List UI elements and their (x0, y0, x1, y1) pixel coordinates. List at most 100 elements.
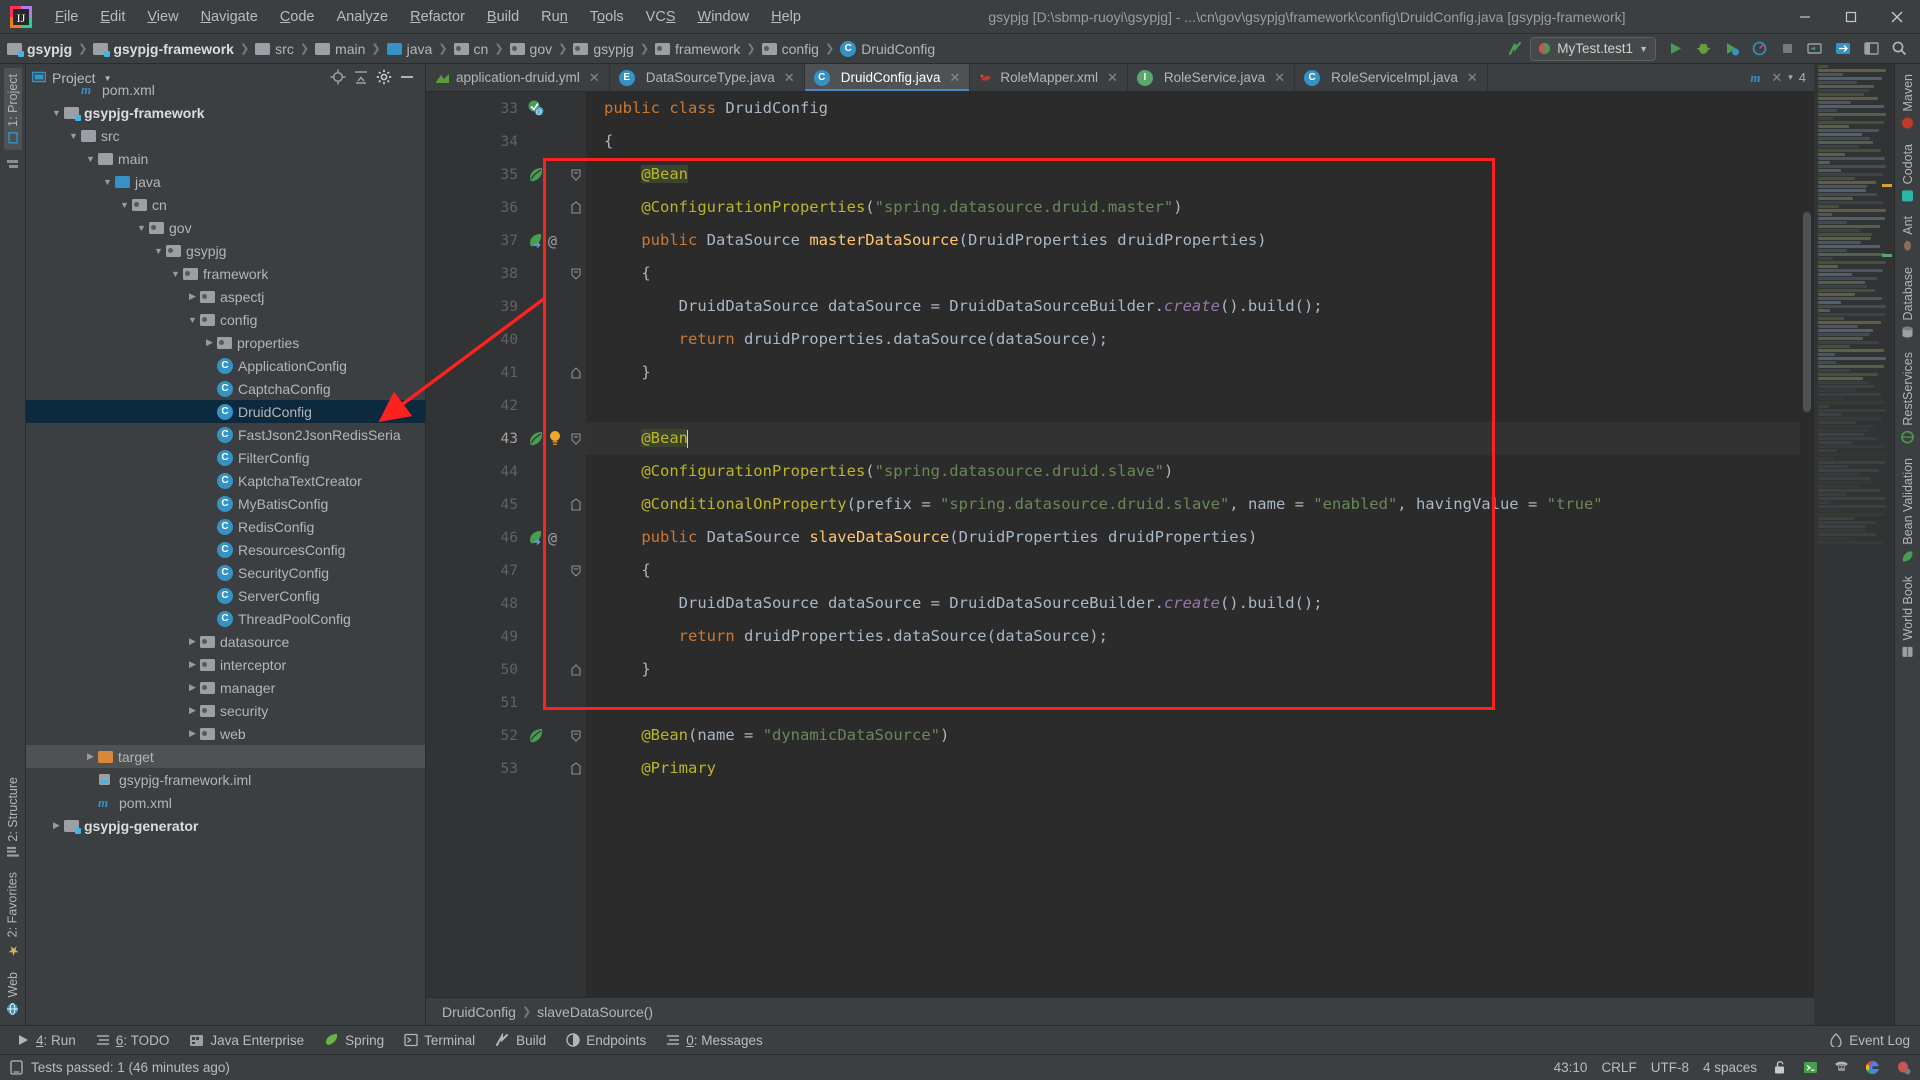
tree-node-config[interactable]: ▼ config (26, 308, 425, 331)
tree-node-interceptor[interactable]: ▶ interceptor (26, 653, 425, 676)
sidebar-item-structure[interactable]: 2: Structure (4, 771, 22, 865)
line-separator[interactable]: CRLF (1601, 1060, 1636, 1075)
update-app-button[interactable] (1802, 37, 1828, 61)
tool-window-button-endpoints[interactable]: Endpoints (556, 1030, 656, 1051)
run-configuration-selector[interactable]: MyTest.test1 ▼ (1530, 36, 1656, 61)
tree-node-datasource[interactable]: ▶ datasource (26, 630, 425, 653)
code-breadcrumb-item[interactable]: slaveDataSource() (537, 1004, 653, 1020)
code-line[interactable]: DruidDataSource dataSource = DruidDataSo… (586, 290, 1814, 323)
tree-expand-arrow[interactable]: ▶ (185, 291, 200, 302)
tool-window-button-terminal[interactable]: Terminal (394, 1030, 485, 1051)
tree-expand-arrow[interactable]: ▶ (185, 705, 200, 716)
code-line[interactable]: @ConfigurationProperties("spring.datasou… (586, 455, 1814, 488)
gutter-icon-row[interactable] (526, 488, 586, 521)
maximize-button[interactable] (1828, 0, 1874, 34)
editor-minimap[interactable] (1814, 64, 1894, 1025)
tree-node-pom-xml[interactable]: m pom.xml (26, 791, 425, 814)
breadcrumb-item-gsypjg[interactable]: gsypjg (570, 39, 636, 59)
tree-node-security[interactable]: ▶ security (26, 699, 425, 722)
lock-open-icon[interactable] (1771, 1059, 1788, 1076)
fold-marker[interactable] (570, 200, 586, 216)
code-breadcrumb-item[interactable]: DruidConfig (442, 1004, 516, 1020)
tree-expand-arrow[interactable]: ▶ (185, 728, 200, 739)
breadcrumb-item-gsypjg[interactable]: gsypjg (4, 39, 75, 59)
tree-expand-arrow[interactable]: ▶ (83, 751, 98, 762)
menu-run[interactable]: Run (530, 5, 579, 29)
right-sidebar-item-codota[interactable]: Codota (1899, 138, 1917, 208)
code-line[interactable]: @Bean (586, 422, 1814, 455)
gutter-icon-row[interactable] (526, 290, 586, 323)
gutter-icon-row[interactable]: @ (526, 521, 586, 554)
tool-window-button-java-enterprise[interactable]: Java Enterprise (179, 1030, 314, 1051)
menu-refactor[interactable]: Refactor (399, 5, 476, 29)
bean-nav-icon[interactable] (528, 529, 545, 546)
gutter-icon-row[interactable] (526, 422, 586, 455)
hacker-icon[interactable] (1833, 1059, 1850, 1076)
search-icon[interactable] (1886, 37, 1912, 61)
close-icon[interactable]: ✕ (1274, 70, 1285, 86)
breadcrumb-item-cn[interactable]: cn (451, 39, 492, 59)
indent-setting[interactable]: 4 spaces (1703, 1060, 1757, 1075)
sidebar-item-favorites[interactable]: ★ 2: Favorites (3, 866, 22, 963)
gutter-icon-row[interactable]: @ (526, 92, 586, 125)
tree-node-securityconfig[interactable]: C SecurityConfig (26, 561, 425, 584)
code-line[interactable]: DruidDataSource dataSource = DruidDataSo… (586, 587, 1814, 620)
google-icon[interactable] (1864, 1059, 1881, 1076)
fold-marker[interactable] (570, 431, 586, 447)
terminal-green-icon[interactable] (1802, 1059, 1819, 1076)
editor-tab-roleservice-java[interactable]: I RoleService.java ✕ (1128, 64, 1296, 91)
run-with-coverage-button[interactable] (1718, 37, 1744, 61)
bean-icon[interactable] (528, 430, 545, 447)
tree-expand-arrow[interactable]: ▼ (168, 269, 183, 279)
bean-nav-icon[interactable] (528, 232, 545, 249)
breadcrumb-item-config[interactable]: config (759, 39, 822, 59)
right-sidebar-item-ant[interactable]: Ant (1899, 210, 1917, 259)
chevron-down-icon[interactable]: ▾ (1788, 72, 1793, 83)
code-line[interactable]: @ConfigurationProperties("spring.datasou… (586, 191, 1814, 224)
bulb-icon[interactable] (548, 430, 562, 447)
code-line[interactable]: } (586, 653, 1814, 686)
editor-tab-druidconfig-java[interactable]: C DruidConfig.java ✕ (804, 64, 971, 91)
code-content[interactable]: public class DruidConfig{ @Bean @Configu… (586, 92, 1814, 997)
menu-file[interactable]: File (44, 5, 89, 29)
debug-button[interactable] (1690, 37, 1716, 61)
tree-node-gsypjg[interactable]: ▼ gsypjg (26, 239, 425, 262)
run-button[interactable] (1662, 37, 1688, 61)
menu-view[interactable]: View (136, 5, 189, 29)
tree-node-kaptchatextcreator[interactable]: C KaptchaTextCreator (26, 469, 425, 492)
fold-marker[interactable] (570, 761, 586, 777)
code-line[interactable]: { (586, 125, 1814, 158)
gutter-icon-row[interactable] (526, 191, 586, 224)
gutter-icon-row[interactable] (526, 158, 586, 191)
at-icon[interactable]: @ (548, 529, 557, 547)
breadcrumb-item-gov[interactable]: gov (507, 39, 556, 59)
bean-icon[interactable] (528, 727, 545, 744)
tree-expand-arrow[interactable]: ▶ (185, 682, 200, 693)
close-icon[interactable]: ✕ (1467, 70, 1478, 86)
tool-window-button-4-run[interactable]: 4: Run (6, 1030, 86, 1051)
caret-position[interactable]: 43:10 (1554, 1060, 1588, 1075)
editor-tab-roleserviceimpl-java[interactable]: C RoleServiceImpl.java ✕ (1295, 64, 1488, 91)
tree-node-main[interactable]: ▼ main (26, 147, 425, 170)
gutter-icon-row[interactable] (526, 719, 586, 752)
breadcrumb-item-framework[interactable]: framework (652, 39, 743, 59)
fold-marker[interactable] (570, 497, 586, 513)
editor-scrollbar[interactable] (1800, 92, 1814, 997)
tree-expand-arrow[interactable]: ▼ (185, 315, 200, 325)
code-line[interactable]: public DataSource slaveDataSource(DruidP… (586, 521, 1814, 554)
gutter-icon-row[interactable] (526, 587, 586, 620)
code-line[interactable]: @ConditionalOnProperty(prefix = "spring.… (586, 488, 1814, 521)
code-line[interactable]: return druidProperties.dataSource(dataSo… (586, 620, 1814, 653)
menu-analyze[interactable]: Analyze (326, 5, 400, 29)
project-tree[interactable]: m pom.xml ▼ gsypjg-framework ▼ src ▼ main ▼ java ▼… (26, 76, 425, 1025)
editor-tab-datasourcetype-java[interactable]: E DataSourceType.java ✕ (610, 64, 805, 91)
tree-expand-arrow[interactable]: ▼ (151, 246, 166, 256)
code-line[interactable] (586, 389, 1814, 422)
file-encoding[interactable]: UTF-8 (1651, 1060, 1689, 1075)
error-stripe-warning[interactable] (1882, 184, 1892, 187)
tree-expand-arrow[interactable]: ▶ (49, 820, 64, 831)
error-stripe-ok[interactable] (1882, 254, 1892, 257)
fold-marker[interactable] (570, 167, 586, 183)
profile-button[interactable] (1746, 37, 1772, 61)
menu-build[interactable]: Build (476, 5, 530, 29)
